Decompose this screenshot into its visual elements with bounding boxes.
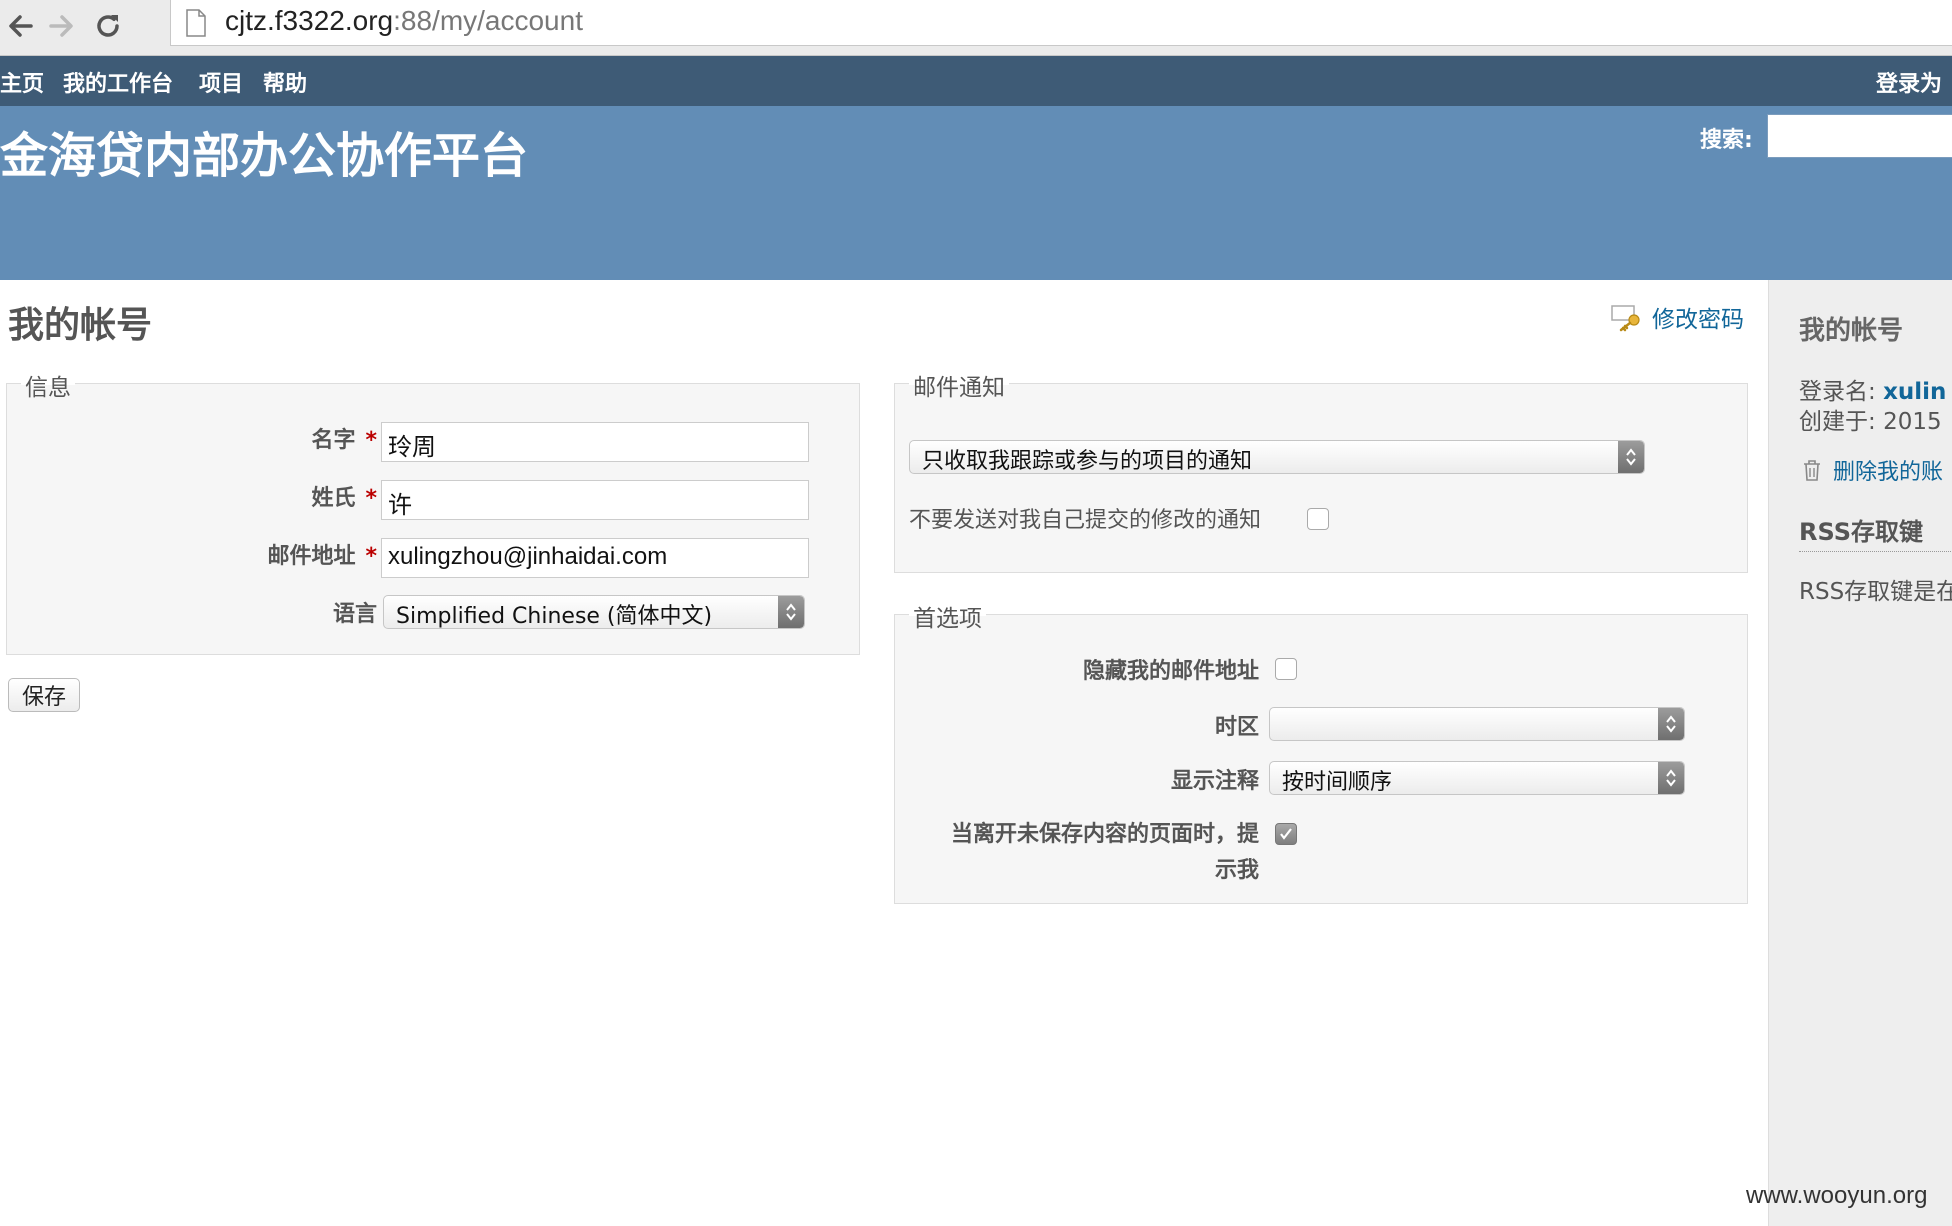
firstname-label-text: 名字 xyxy=(311,428,356,453)
warn-unsaved-label-line1: 当离开未保存内容的页面时，提 xyxy=(950,822,1259,847)
select-arrows-icon xyxy=(1658,708,1684,740)
menu-help[interactable]: 帮助 xyxy=(263,66,307,98)
url-text: cjtz.f3322.org:88/my/account xyxy=(225,5,583,37)
forward-button[interactable] xyxy=(42,6,82,46)
sidebar-created-label: 创建于: xyxy=(1799,409,1876,435)
browser-toolbar: cjtz.f3322.org:88/my/account xyxy=(0,0,1952,56)
mail-notification-select[interactable]: 只收取我跟踪或参与的项目的通知 xyxy=(909,440,1645,474)
required-mark: * xyxy=(365,544,377,569)
email-label-text: 邮件地址 xyxy=(267,544,356,569)
menu-home[interactable]: 主页 xyxy=(0,66,44,98)
no-self-notified-label: 不要发送对我自己提交的修改的通知 xyxy=(909,508,1262,533)
lastname-label-text: 姓氏 xyxy=(311,486,356,511)
menu-projects[interactable]: 项目 xyxy=(199,66,243,98)
lastname-input[interactable]: 许 xyxy=(381,480,809,520)
timezone-select[interactable] xyxy=(1269,707,1685,741)
comments-order-select[interactable]: 按时间顺序 xyxy=(1269,761,1685,795)
checkmark-icon xyxy=(1280,828,1292,840)
email-input[interactable]: xulingzhou@jinhaidai.com xyxy=(381,538,809,578)
search-label: 搜索: xyxy=(1700,128,1753,153)
trash-icon xyxy=(1804,460,1820,481)
hide-mail-checkbox[interactable] xyxy=(1275,658,1297,680)
back-arrow-icon xyxy=(9,15,33,37)
reload-icon xyxy=(97,15,119,37)
mail-notification-fieldset: 邮件通知 只收取我跟踪或参与的项目的通知 不要发送对我自己提交的修改的通知 xyxy=(894,368,1748,573)
lastname-label: 姓氏 * xyxy=(107,480,377,512)
select-arrows-icon xyxy=(1618,441,1644,473)
comments-order-value: 按时间顺序 xyxy=(1282,770,1393,795)
key-icon xyxy=(1611,305,1640,332)
rss-key-text: RSS存取键是在 xyxy=(1799,579,1952,605)
mail-notification-value: 只收取我跟踪或参与的项目的通知 xyxy=(922,449,1253,474)
preferences-fieldset: 首选项 隐藏我的邮件地址 时区 显示注释 按时间顺序 当离开未保存内容的页面时，… xyxy=(894,599,1748,904)
sidebar-title: 我的帐号 xyxy=(1799,316,1904,346)
change-password-link[interactable]: 修改密码 xyxy=(1610,300,1744,334)
select-arrows-icon xyxy=(778,596,804,628)
required-mark: * xyxy=(365,428,377,453)
sidebar-created-value: 2015 xyxy=(1883,409,1942,435)
url-host: cjtz.f3322.org xyxy=(225,5,394,36)
site-title: 金海贷内部办公协作平台 xyxy=(0,128,529,184)
warn-unsaved-label-line2: 示我 xyxy=(1214,858,1259,883)
url-path: :88/my/account xyxy=(393,5,583,36)
info-fieldset: 信息 名字 * 玲周 姓氏 * 许 邮件地址 * xulingzhou@jinhaid… xyxy=(6,368,860,655)
save-button[interactable]: 保存 xyxy=(8,678,80,712)
logged-as: 登录为 xyxy=(1875,72,1942,97)
back-button[interactable] xyxy=(0,6,40,46)
preferences-legend: 首选项 xyxy=(909,599,986,633)
info-legend: 信息 xyxy=(21,368,75,402)
hide-mail-label: 隐藏我的邮件地址 xyxy=(1082,659,1259,684)
required-mark: * xyxy=(365,486,377,511)
sidebar: 我的帐号 登录名: xulin 创建于: 2015 删除我的账 RSS存取键 R… xyxy=(1768,280,1952,1226)
menu-my-page[interactable]: 我的工作台 xyxy=(63,66,173,98)
page-title: 我的帐号 xyxy=(8,305,153,346)
comments-order-label: 显示注释 xyxy=(1170,769,1259,794)
reload-button[interactable] xyxy=(88,6,128,46)
delete-account-link[interactable]: 删除我的账 xyxy=(1801,454,1943,486)
firstname-label: 名字 * xyxy=(107,422,377,454)
rss-key-title: RSS存取键 xyxy=(1799,512,1952,552)
page-icon xyxy=(186,9,206,37)
site-header: 金海贷内部办公协作平台 搜索: xyxy=(0,106,1952,280)
email-label: 邮件地址 * xyxy=(107,538,377,570)
watermark: www.wooyun.org xyxy=(1746,1182,1928,1209)
select-arrows-icon xyxy=(1658,762,1684,794)
address-bar[interactable]: cjtz.f3322.org:88/my/account xyxy=(170,0,1952,46)
warn-unsaved-label: 当离开未保存内容的页面时，提 示我 xyxy=(895,817,1259,889)
no-self-notified-checkbox[interactable] xyxy=(1307,508,1329,530)
timezone-label: 时区 xyxy=(1214,715,1259,740)
language-label: 语言 xyxy=(332,602,377,627)
language-value: Simplified Chinese (简体中文) xyxy=(396,604,713,629)
sidebar-login: 登录名: xulin xyxy=(1799,372,1946,406)
forward-arrow-icon xyxy=(49,15,73,37)
search-input[interactable] xyxy=(1767,114,1952,158)
language-select[interactable]: Simplified Chinese (简体中文) xyxy=(383,595,805,629)
top-menu: 主页 我的工作台 项目 帮助 登录为 xyxy=(0,56,1952,106)
mail-notification-legend: 邮件通知 xyxy=(909,368,1009,402)
change-password-label: 修改密码 xyxy=(1652,307,1744,333)
delete-account-label: 删除我的账 xyxy=(1833,460,1944,485)
warn-unsaved-checkbox[interactable] xyxy=(1275,823,1297,845)
sidebar-created: 创建于: 2015 xyxy=(1799,402,1942,436)
firstname-input[interactable]: 玲周 xyxy=(381,422,809,462)
